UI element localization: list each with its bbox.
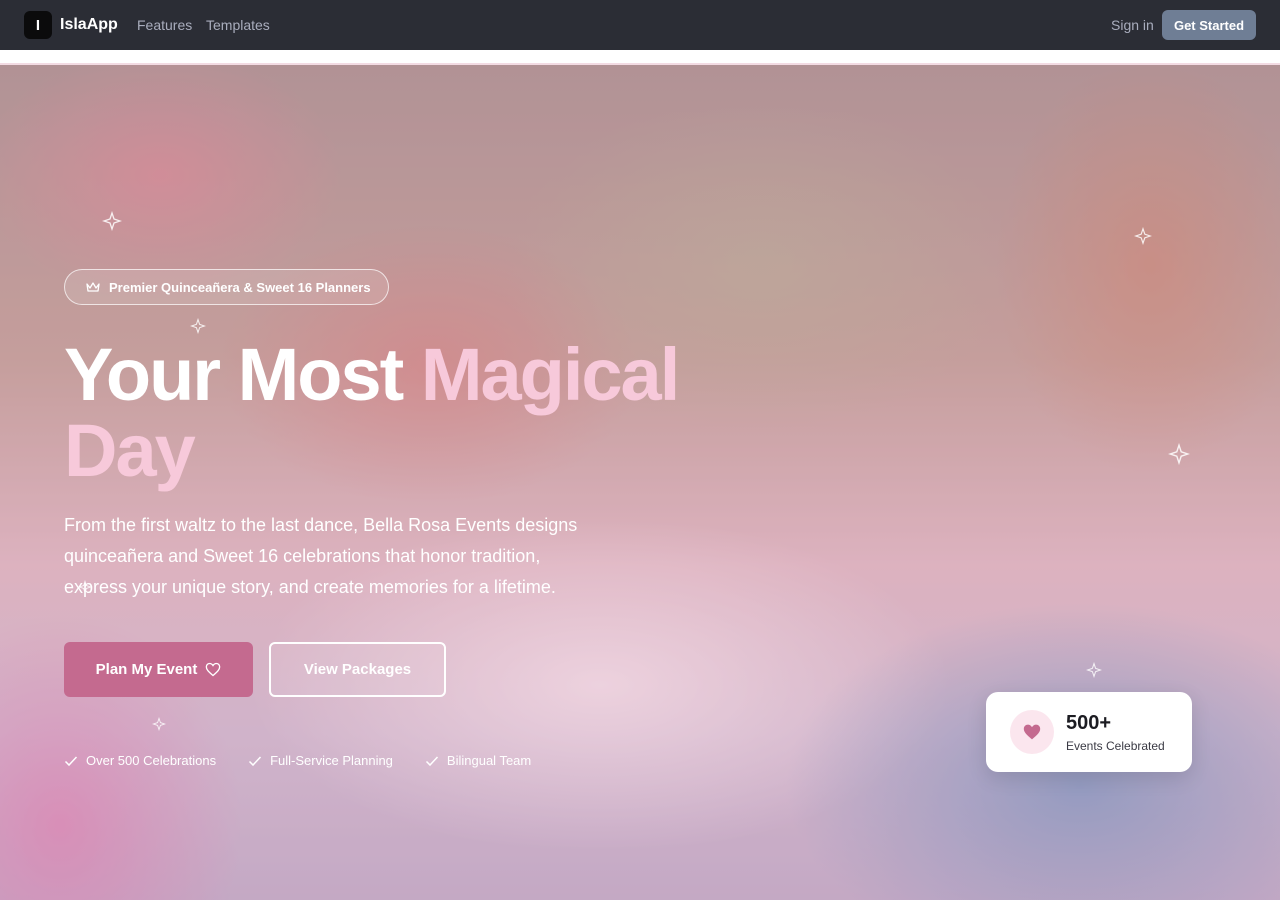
app-logo-letter: I <box>35 16 41 34</box>
headline-accent-1: Magical <box>420 333 680 416</box>
feature-label: Bilingual Team <box>446 753 532 768</box>
nav-templates-link[interactable]: Templates <box>206 17 270 33</box>
heart-icon <box>1023 724 1041 740</box>
view-packages-button[interactable]: View Packages <box>269 642 446 697</box>
sparkle-icon <box>1168 443 1190 465</box>
sign-in-link[interactable]: Sign in <box>1111 17 1154 33</box>
tagline-badge: Premier Quinceañera & Sweet 16 Planners <box>64 269 389 305</box>
app-name[interactable]: IslaApp <box>60 16 118 34</box>
feature-list: Over 500 Celebrations Full-Service Plann… <box>64 753 563 768</box>
sparkle-icon <box>152 717 166 731</box>
stat-value: 500+ <box>1066 712 1112 734</box>
check-icon <box>249 755 262 766</box>
stat-icon-circle <box>1010 710 1054 754</box>
tagline-text: Premier Quinceañera & Sweet 16 Planners <box>109 279 371 295</box>
feature-item: Full-Service Planning <box>248 753 393 768</box>
plan-my-event-label: Plan My Event <box>95 661 198 678</box>
sparkle-icon <box>102 211 122 231</box>
sparkle-icon <box>190 318 206 334</box>
nav-features-link[interactable]: Features <box>137 17 192 33</box>
hero-headline: Your Most Magical Day <box>64 337 784 489</box>
events-stat-card: 500+ Events Celebrated <box>986 692 1192 772</box>
announcement-strip <box>0 50 1280 65</box>
hero-subtext: From the first waltz to the last dance, … <box>64 515 578 597</box>
app-bar: I IslaApp Features Templates Sign in Get… <box>0 0 1280 50</box>
stat-label: Events Celebrated <box>1066 739 1165 753</box>
feature-item: Bilingual Team <box>425 753 531 768</box>
view-packages-label: View Packages <box>303 661 412 678</box>
headline-part-1: Your Most <box>64 333 421 416</box>
plan-my-event-button[interactable]: Plan My Event <box>64 642 253 697</box>
feature-item: Over 500 Celebrations <box>64 753 216 768</box>
get-started-label: Get Started <box>1173 17 1245 33</box>
sparkle-icon <box>1086 662 1102 678</box>
feature-label: Full-Service Planning <box>270 753 393 768</box>
get-started-button[interactable]: Get Started <box>1162 10 1256 40</box>
check-icon <box>425 755 438 766</box>
heart-icon <box>206 662 221 677</box>
hero-section: Premier Quinceañera & Sweet 16 Planners … <box>0 65 1280 900</box>
check-icon <box>64 755 78 766</box>
headline-accent-2: Day <box>64 409 196 492</box>
app-logo[interactable]: I <box>24 11 52 39</box>
crown-icon <box>86 282 100 292</box>
sparkle-icon <box>1134 227 1152 245</box>
feature-label: Over 500 Celebrations <box>86 753 217 768</box>
